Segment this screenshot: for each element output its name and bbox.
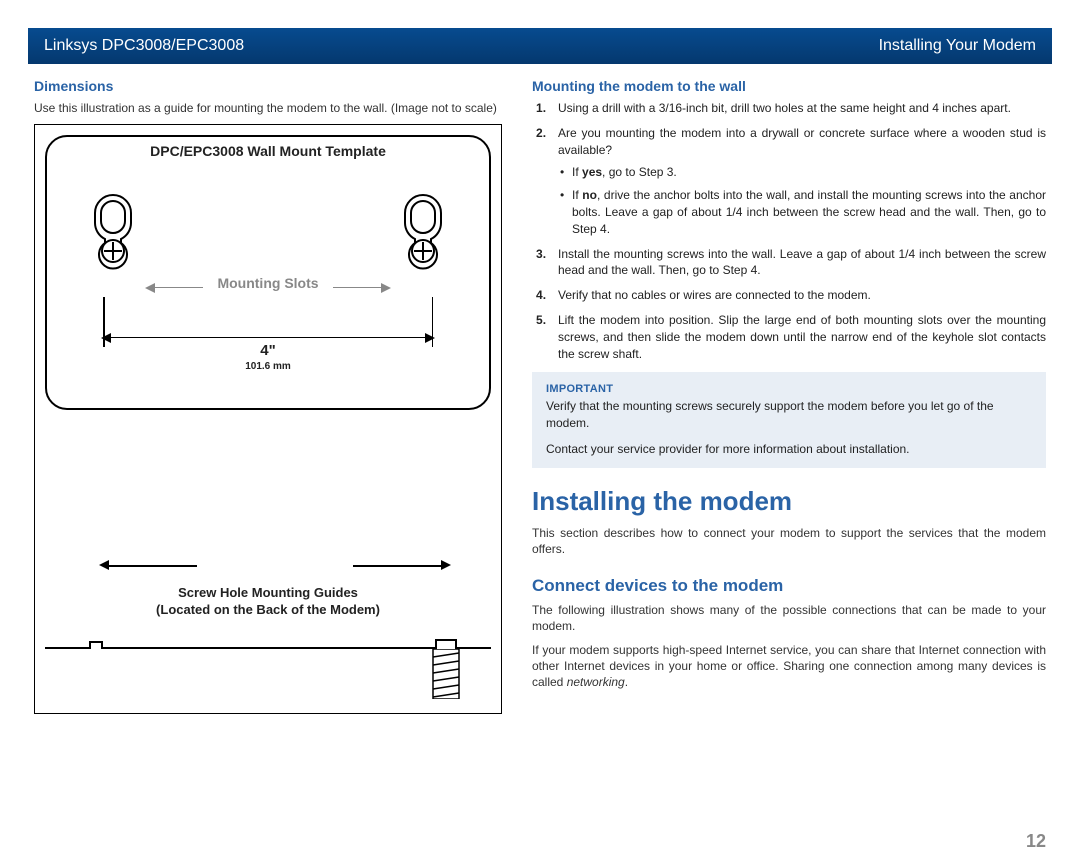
guide-arrows-icon <box>45 553 491 579</box>
step-4: Verify that no cables or wires are conne… <box>536 287 1046 304</box>
step-2-sub: If yes, go to Step 3. If no, drive the a… <box>558 164 1046 237</box>
mounting-heading: Mounting the modem to the wall <box>532 78 1046 94</box>
right-column: Mounting the modem to the wall Using a d… <box>532 78 1046 714</box>
section-title-installing: Installing the modem <box>532 486 1046 517</box>
important-label: IMPORTANT <box>546 382 1032 397</box>
mounting-steps: Using a drill with a 3/16-inch bit, dril… <box>532 100 1046 362</box>
template-title: DPC/EPC3008 Wall Mount Template <box>47 137 489 159</box>
hole-marker-right-icon <box>435 639 457 649</box>
guide-labels: Screw Hole Mounting Guides (Located on t… <box>45 585 491 619</box>
hole-marker-left-icon <box>89 641 103 649</box>
template-outline: DPC/EPC3008 Wall Mount Template <box>45 135 491 410</box>
mounting-slots-label: Mounting Slots <box>203 275 333 291</box>
step-1: Using a drill with a 3/16-inch bit, dril… <box>536 100 1046 117</box>
step-2b: If no, drive the anchor bolts into the w… <box>558 187 1046 237</box>
screw-icon <box>431 649 461 699</box>
step-2: Are you mounting the modem into a drywal… <box>536 125 1046 238</box>
keyhole-slot-right-icon <box>397 191 449 271</box>
baseline-icon <box>45 647 491 649</box>
dimensions-caption: Use this illustration as a guide for mou… <box>34 100 504 116</box>
dimension-inches: 4" <box>47 342 489 359</box>
guide-line1: Screw Hole Mounting Guides <box>45 585 491 602</box>
page-content: Dimensions Use this illustration as a gu… <box>0 64 1080 714</box>
bottom-guide-row: Screw Hole Mounting Guides (Located on t… <box>45 553 491 703</box>
dimensions-heading: Dimensions <box>34 78 504 94</box>
important-p1: Verify that the mounting screws securely… <box>546 398 1032 432</box>
step-2a: If yes, go to Step 3. <box>558 164 1046 181</box>
step-3: Install the mounting screws into the wal… <box>536 246 1046 280</box>
step-5: Lift the modem into position. Slip the l… <box>536 312 1046 362</box>
section-intro: This section describes how to connect yo… <box>532 525 1046 557</box>
page-number: 12 <box>1026 831 1046 852</box>
page-header: Linksys DPC3008/EPC3008 Installing Your … <box>28 28 1052 64</box>
guide-line2: (Located on the Back of the Modem) <box>45 602 491 619</box>
connect-p1: The following illustration shows many of… <box>532 602 1046 634</box>
connect-p2: If your modem supports high-speed Intern… <box>532 642 1046 691</box>
step-2-text: Are you mounting the modem into a drywal… <box>558 126 1046 157</box>
header-left: Linksys DPC3008/EPC3008 <box>44 37 244 55</box>
important-p2: Contact your service provider for more i… <box>546 441 1032 458</box>
important-callout: IMPORTANT Verify that the mounting screw… <box>532 372 1046 468</box>
dimension-mm: 101.6 mm <box>47 361 489 372</box>
wall-mount-diagram: DPC/EPC3008 Wall Mount Template <box>34 124 502 714</box>
connect-heading: Connect devices to the modem <box>532 576 1046 596</box>
dimension-arrow-icon <box>103 337 433 338</box>
left-column: Dimensions Use this illustration as a gu… <box>34 78 504 714</box>
keyhole-slot-left-icon <box>87 191 139 271</box>
header-right: Installing Your Modem <box>879 37 1036 55</box>
